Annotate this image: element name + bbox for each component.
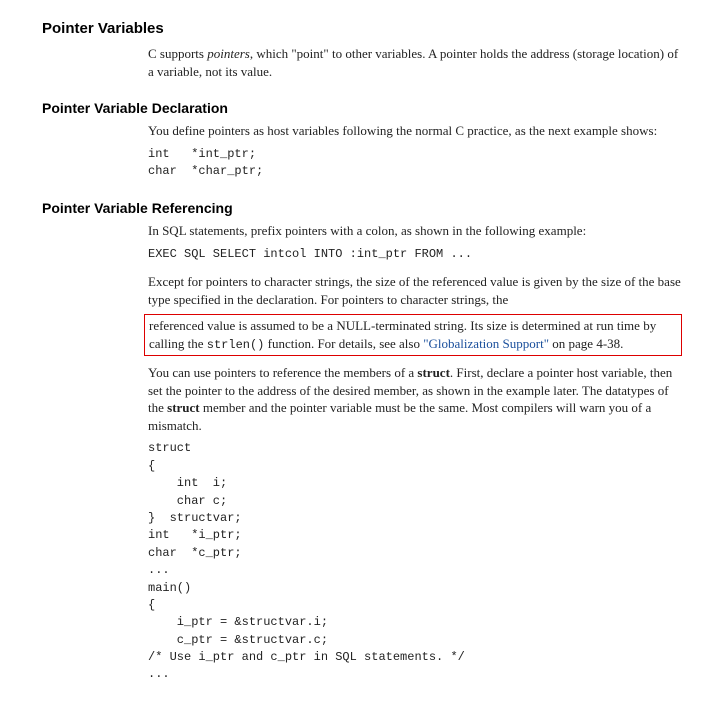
- text-bold-struct: struct: [417, 365, 450, 380]
- heading-pointer-referencing: Pointer Variable Referencing: [42, 200, 682, 216]
- text-fragment: You can use pointers to reference the me…: [148, 365, 417, 380]
- text-fragment: member and the pointer variable must be …: [148, 400, 651, 433]
- text-fragment: on page 4-38.: [549, 336, 623, 351]
- para-struct-members: You can use pointers to reference the me…: [148, 364, 682, 434]
- para-declaration-intro: You define pointers as host variables fo…: [148, 122, 682, 140]
- code-struct-example: struct { int i; char c; } structvar; int…: [148, 440, 682, 683]
- code-exec-sql: EXEC SQL SELECT intcol INTO :int_ptr FRO…: [148, 246, 682, 263]
- heading-pointer-declaration: Pointer Variable Declaration: [42, 100, 682, 116]
- para-size-explanation: Except for pointers to character strings…: [148, 273, 682, 308]
- text-fragment: C supports: [148, 46, 207, 61]
- link-globalization-support[interactable]: "Globalization Support": [423, 336, 549, 351]
- highlight-box-null-terminated: referenced value is assumed to be a NULL…: [144, 314, 682, 356]
- heading-pointer-variables: Pointer Variables: [42, 20, 682, 37]
- text-italic-pointers: pointers: [207, 46, 250, 61]
- para-referencing-intro: In SQL statements, prefix pointers with …: [148, 222, 682, 240]
- text-fragment: function. For details, see also: [264, 336, 423, 351]
- code-inline-strlen: strlen(): [207, 338, 265, 352]
- para-pointer-intro: C supports pointers, which "point" to ot…: [148, 45, 682, 80]
- code-declaration: int *int_ptr; char *char_ptr;: [148, 146, 682, 181]
- text-bold-struct2: struct: [167, 400, 200, 415]
